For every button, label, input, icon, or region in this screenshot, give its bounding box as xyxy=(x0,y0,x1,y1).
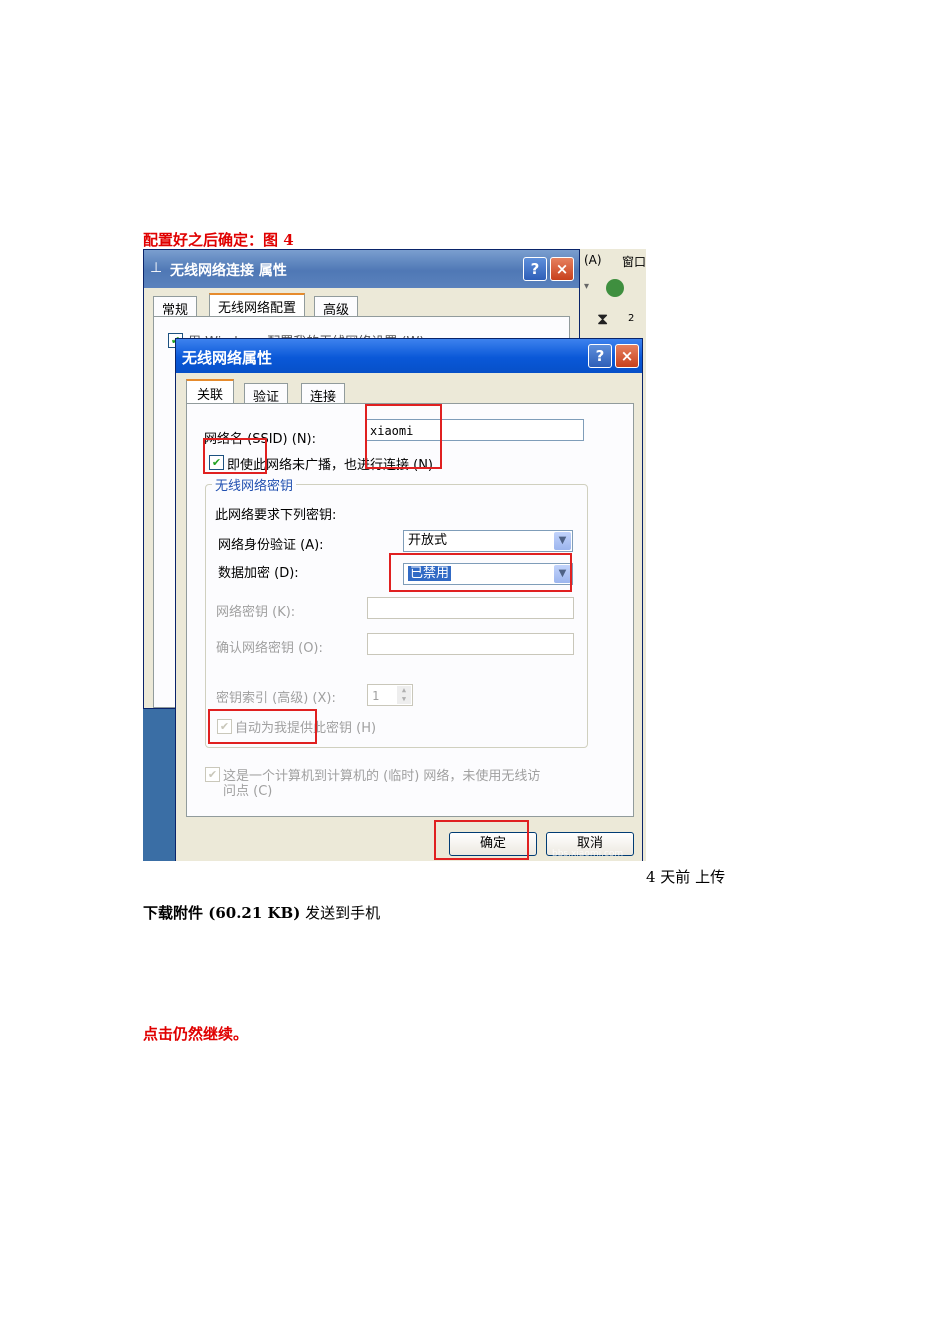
send-to-phone-text[interactable]: 发送到手机 xyxy=(300,904,380,922)
dialog-title-bar: 无线网络属性 ? × xyxy=(176,339,642,373)
highlight-encryption-box xyxy=(389,553,572,592)
dialog-close-button[interactable]: × xyxy=(615,344,639,368)
continue-heading: 点击仍然继续。 xyxy=(143,1025,249,1043)
adhoc-label-line2: 问点 (C) xyxy=(223,784,273,799)
dialog-title: 无线网络属性 xyxy=(182,349,273,367)
highlight-ok-box xyxy=(434,820,529,860)
tab-wireless-config[interactable]: 无线网络配置 xyxy=(209,293,306,318)
outer-window-title: 无线网络连接 属性 xyxy=(170,263,287,279)
highlight-autokey-box xyxy=(208,709,317,744)
watermark-text: bbs.xiaomi.com xyxy=(552,849,624,859)
highlight-broadcast-box xyxy=(203,438,267,474)
dialog-help-button[interactable]: ? xyxy=(588,344,612,368)
confirm-key-input[interactable] xyxy=(367,633,574,655)
key-index-value: 1 xyxy=(372,689,380,703)
network-key-label: 网络密钥 (K): xyxy=(216,605,296,620)
outer-help-button[interactable]: ? xyxy=(523,257,547,281)
highlight-ssid-box xyxy=(365,404,442,469)
hourglass-icon: ⧗ xyxy=(597,309,609,328)
user-icon[interactable] xyxy=(606,279,624,297)
screenshot-figure: ⊥ 无线网络连接 属性 ? × 常规 无线网络配置 高级 ✔ 用 Windows… xyxy=(143,249,646,861)
menu-a[interactable]: (A) xyxy=(584,253,602,267)
confirm-key-label: 确认网络密钥 (O): xyxy=(216,641,323,656)
dropdown-icon[interactable]: ▾ xyxy=(584,281,594,292)
spinner-arrows-icon[interactable]: ▲ ▼ xyxy=(397,686,411,704)
network-icon: ⊥ xyxy=(150,260,163,276)
menu-window[interactable]: 窗口 xyxy=(622,253,646,270)
auth-label: 网络身份验证 (A): xyxy=(218,538,324,553)
download-line: 下载附件 (60.21 KB) 发送到手机 xyxy=(143,902,380,923)
encryption-label: 数据加密 (D): xyxy=(218,566,299,581)
download-attachment-link[interactable]: 下载附件 (60.21 KB) xyxy=(143,904,300,922)
network-key-input[interactable] xyxy=(367,597,574,619)
outer-close-button[interactable]: × xyxy=(550,257,574,281)
key-index-label: 密钥索引 (高级) (X): xyxy=(216,691,336,706)
strip-number: 2 xyxy=(628,313,635,324)
wireless-key-group-title: 无线网络密钥 xyxy=(212,475,297,494)
adhoc-checkbox[interactable]: ✔ xyxy=(205,767,220,782)
auth-select[interactable]: 开放式 ▼ xyxy=(403,530,573,552)
upload-time: 4 天前 上传 xyxy=(646,868,726,886)
auth-select-value: 开放式 xyxy=(408,533,448,548)
key-index-spinner[interactable]: 1 ▲ ▼ xyxy=(367,684,413,706)
outer-title-bar: ⊥ 无线网络连接 属性 ? × xyxy=(144,250,579,288)
figure-heading: 配置好之后确定：图 4 xyxy=(143,231,294,249)
key-required-text: 此网络要求下列密钥: xyxy=(215,508,337,523)
chevron-down-icon: ▼ xyxy=(554,532,571,550)
